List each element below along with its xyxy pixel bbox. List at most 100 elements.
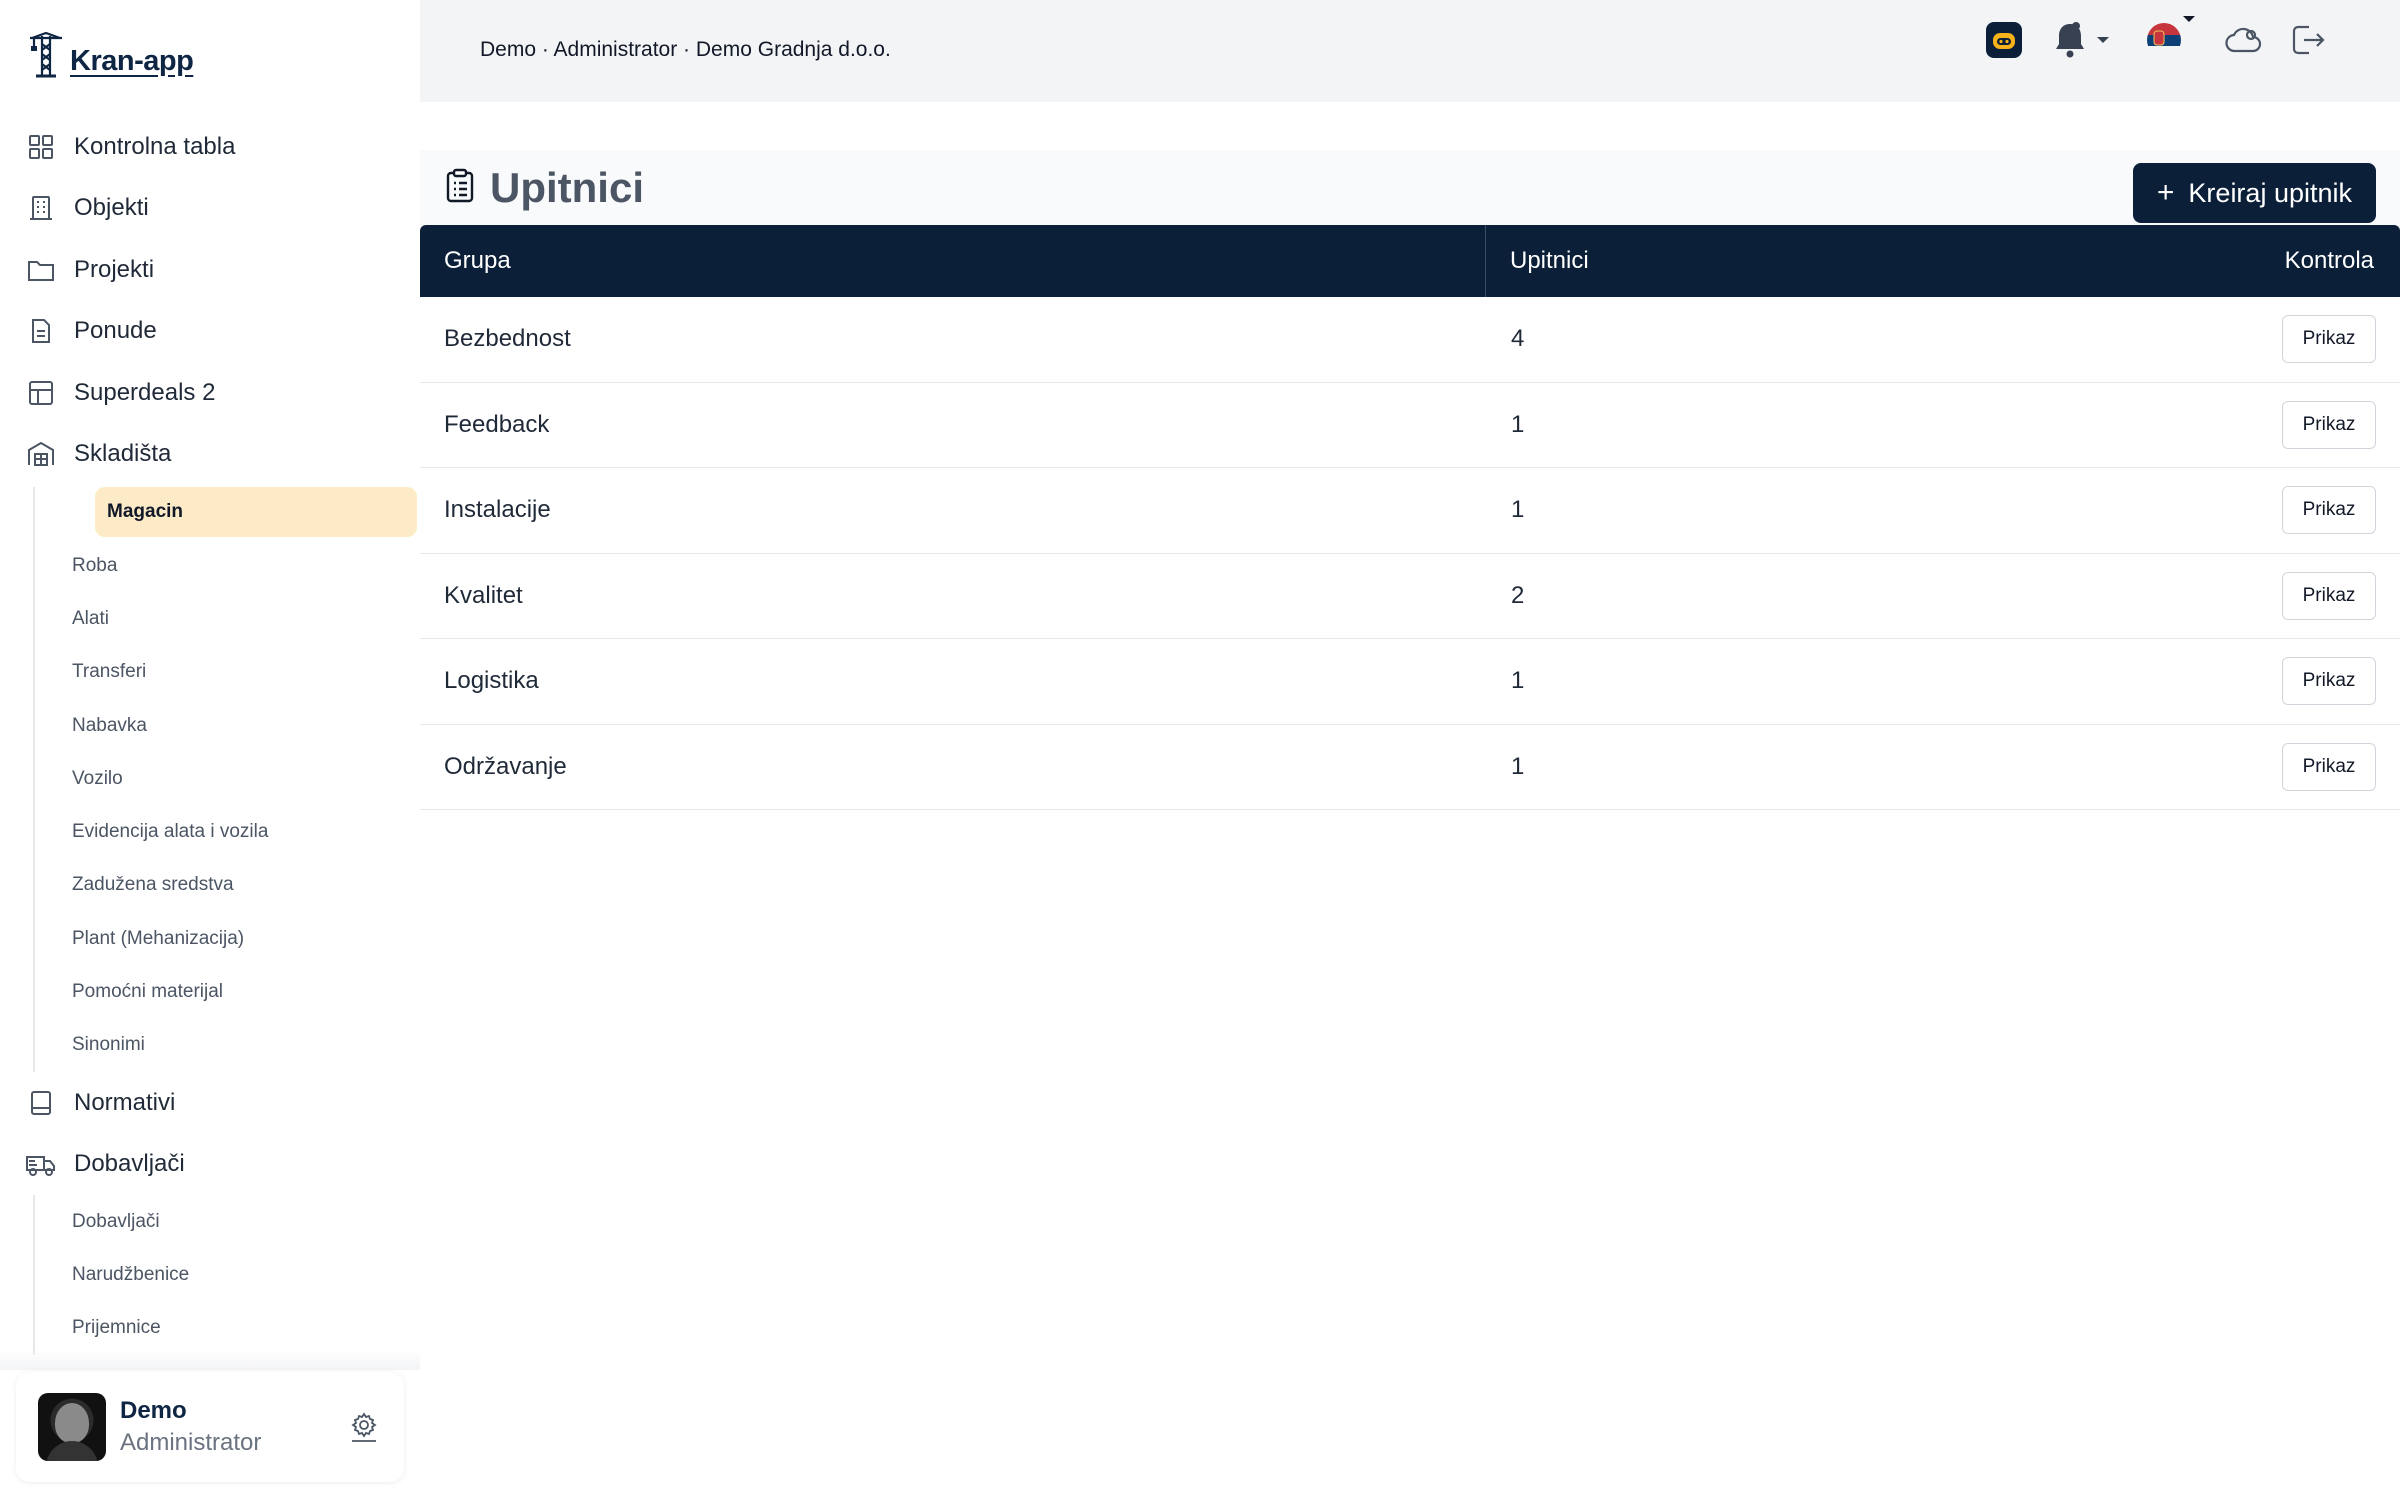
sidebar-subitem-zaduzena-sredstva[interactable]: Zadužena sredstva — [2, 859, 420, 912]
top-bar: Demo · Administrator · Demo Gradnja d.o.… — [420, 0, 2400, 102]
serbia-flag-icon[interactable] — [2142, 16, 2195, 62]
sidebar-item-ponude[interactable]: Ponude — [0, 301, 420, 363]
column-header-kontrola: Kontrola — [2284, 247, 2374, 274]
sidebar-subitem-roba[interactable]: Roba — [2, 539, 420, 592]
user-card: Demo Administrator — [16, 1372, 404, 1482]
cell-grupa: Feedback — [444, 410, 550, 438]
view-button[interactable]: Prikaz — [2282, 657, 2376, 706]
dobavljaci-submenu: Dobavljači Narudžbenice Prijemnice — [33, 1194, 420, 1355]
cell-kontrola: Prikaz — [2282, 571, 2400, 620]
sidebar-subitem-alati[interactable]: Alati — [2, 592, 420, 645]
cell-upitnici: 4 — [1511, 325, 1525, 353]
view-button[interactable]: Prikaz — [2282, 571, 2376, 620]
sidebar-subitem-nabavka[interactable]: Nabavka — [2, 699, 420, 752]
create-button-label: Kreiraj upitnik — [2188, 177, 2352, 208]
app-logo[interactable]: Kran-app — [28, 26, 194, 78]
cell-upitnici: 2 — [1511, 581, 1525, 609]
sidebar-item-label: Skladišta — [74, 440, 172, 468]
sidebar-item-skladista[interactable]: Skladišta — [0, 424, 420, 486]
view-button[interactable]: Prikaz — [2282, 486, 2376, 535]
sidebar-item-dobavljaci[interactable]: Dobavljači — [0, 1133, 420, 1195]
sidebar-item-objekti[interactable]: Objekti — [0, 178, 420, 240]
sidebar-item-label: Normativi — [74, 1088, 176, 1116]
cell-upitnici: 1 — [1511, 496, 1525, 524]
top-icons — [1982, 16, 2330, 62]
sidebar-item-label: Kontrolna tabla — [74, 132, 236, 160]
table-body: Bezbednost 4 Prikaz Feedback 1 Prikaz Instalac… — [420, 297, 2400, 810]
sidebar-subitem-dobavljaci[interactable]: Dobavljači — [2, 1195, 420, 1248]
sidebar-subitem-prijemnice[interactable]: Prijemnice — [2, 1302, 420, 1355]
sidebar-subitem-plant[interactable]: Plant (Mehanizacija) — [2, 912, 420, 965]
sidebar-subitem-pomocni-materijal[interactable]: Pomoćni materijal — [2, 965, 420, 1018]
cell-grupa: Kvalitet — [444, 581, 523, 609]
sidebar-subitem-evidencija[interactable]: Evidencija alata i vozila — [2, 805, 420, 858]
view-button[interactable]: Prikaz — [2282, 742, 2376, 791]
logo-text: Kran-app — [70, 45, 194, 77]
cell-upitnici: 1 — [1511, 667, 1525, 695]
view-button[interactable]: Prikaz — [2282, 400, 2376, 449]
sidebar-item-label: Projekti — [74, 255, 155, 283]
cell-kontrola: Prikaz — [2282, 486, 2400, 535]
plus-icon: + — [2156, 176, 2175, 209]
sidebar-subitem-narudzbenice[interactable]: Narudžbenice — [2, 1248, 420, 1301]
document-icon — [24, 314, 58, 348]
table-row: Instalacije 1 Prikaz — [420, 468, 2400, 554]
cell-kontrola: Prikaz — [2282, 742, 2400, 791]
cell-kontrola: Prikaz — [2282, 657, 2400, 706]
skladista-submenu: Magacin Roba Alati Transferi Nabavka Voz… — [33, 487, 420, 1072]
cell-upitnici: 1 — [1511, 752, 1525, 780]
table-row: Održavanje 1 Prikaz — [420, 725, 2400, 810]
bell-icon[interactable] — [2048, 18, 2092, 62]
sidebar-item-label: Superdeals 2 — [74, 378, 216, 406]
cloud-icon[interactable] — [2222, 18, 2266, 62]
logout-icon[interactable] — [2286, 18, 2330, 62]
user-name: Demo — [120, 1397, 187, 1424]
cell-grupa: Održavanje — [444, 752, 567, 780]
create-questionnaire-button[interactable]: + Kreiraj upitnik — [2132, 163, 2376, 223]
sidebar-item-label: Ponude — [74, 317, 157, 345]
view-button[interactable]: Prikaz — [2282, 315, 2376, 364]
page-title-wrap: Upitnici — [444, 164, 644, 212]
truck-icon — [24, 1147, 58, 1181]
cell-grupa: Logistika — [444, 667, 539, 695]
cell-kontrola: Prikaz — [2282, 400, 2400, 449]
column-header-upitnici[interactable]: Upitnici — [1486, 247, 2285, 275]
sidebar-subitem-vozilo[interactable]: Vozilo — [2, 752, 420, 805]
cell-upitnici: 1 — [1511, 410, 1525, 438]
clipboard-icon — [444, 168, 476, 209]
gear-icon[interactable] — [346, 1409, 382, 1445]
sidebar-nav: Kontrolna tabla Objekti Projekti Ponude … — [0, 116, 420, 1355]
cell-grupa: Instalacije — [444, 496, 551, 524]
questionnaires-table: Grupa Upitnici Kontrola Bezbednost 4 Prika… — [420, 225, 2400, 810]
sidebar: Kran-app Kontrolna tabla Objekti Projekt… — [0, 0, 420, 1500]
chevron-down-icon[interactable] — [2092, 18, 2114, 62]
table-row: Bezbednost 4 Prikaz — [420, 297, 2400, 383]
folder-icon — [24, 253, 58, 287]
table-row: Feedback 1 Prikaz — [420, 383, 2400, 468]
sidebar-item-label: Objekti — [74, 194, 149, 222]
grid-icon — [24, 130, 58, 164]
table-row: Kvalitet 2 Prikaz — [420, 554, 2400, 639]
table-header: Grupa Upitnici Kontrola — [420, 225, 2400, 297]
sidebar-item-superdeals[interactable]: Superdeals 2 — [0, 362, 420, 424]
sidebar-item-kontrolna-tabla[interactable]: Kontrolna tabla — [0, 116, 420, 178]
cell-kontrola: Prikaz — [2282, 315, 2400, 364]
sidebar-item-label: Dobavljači — [74, 1150, 185, 1178]
page-header: Upitnici + Kreiraj upitnik — [420, 150, 2400, 226]
column-header-grupa[interactable]: Grupa — [420, 225, 1486, 297]
sidebar-subitem-sinonimi[interactable]: Sinonimi — [2, 1019, 420, 1072]
sidebar-item-projekti[interactable]: Projekti — [0, 239, 420, 301]
warehouse-icon — [24, 437, 58, 471]
sidebar-subitem-magacin[interactable]: Magacin — [95, 487, 417, 537]
breadcrumb: Demo · Administrator · Demo Gradnja d.o.… — [480, 38, 891, 61]
sidebar-fade — [0, 1350, 420, 1370]
avatar — [38, 1393, 106, 1461]
crane-logo-icon — [30, 32, 62, 78]
sidebar-subitem-transferi[interactable]: Transferi — [2, 646, 420, 699]
page-title: Upitnici — [490, 164, 644, 211]
robot-assistant-icon[interactable] — [1982, 18, 2026, 62]
sidebar-item-normativi[interactable]: Normativi — [0, 1072, 420, 1134]
cell-grupa: Bezbednost — [444, 325, 571, 353]
table-icon — [24, 376, 58, 410]
building-icon — [24, 191, 58, 225]
